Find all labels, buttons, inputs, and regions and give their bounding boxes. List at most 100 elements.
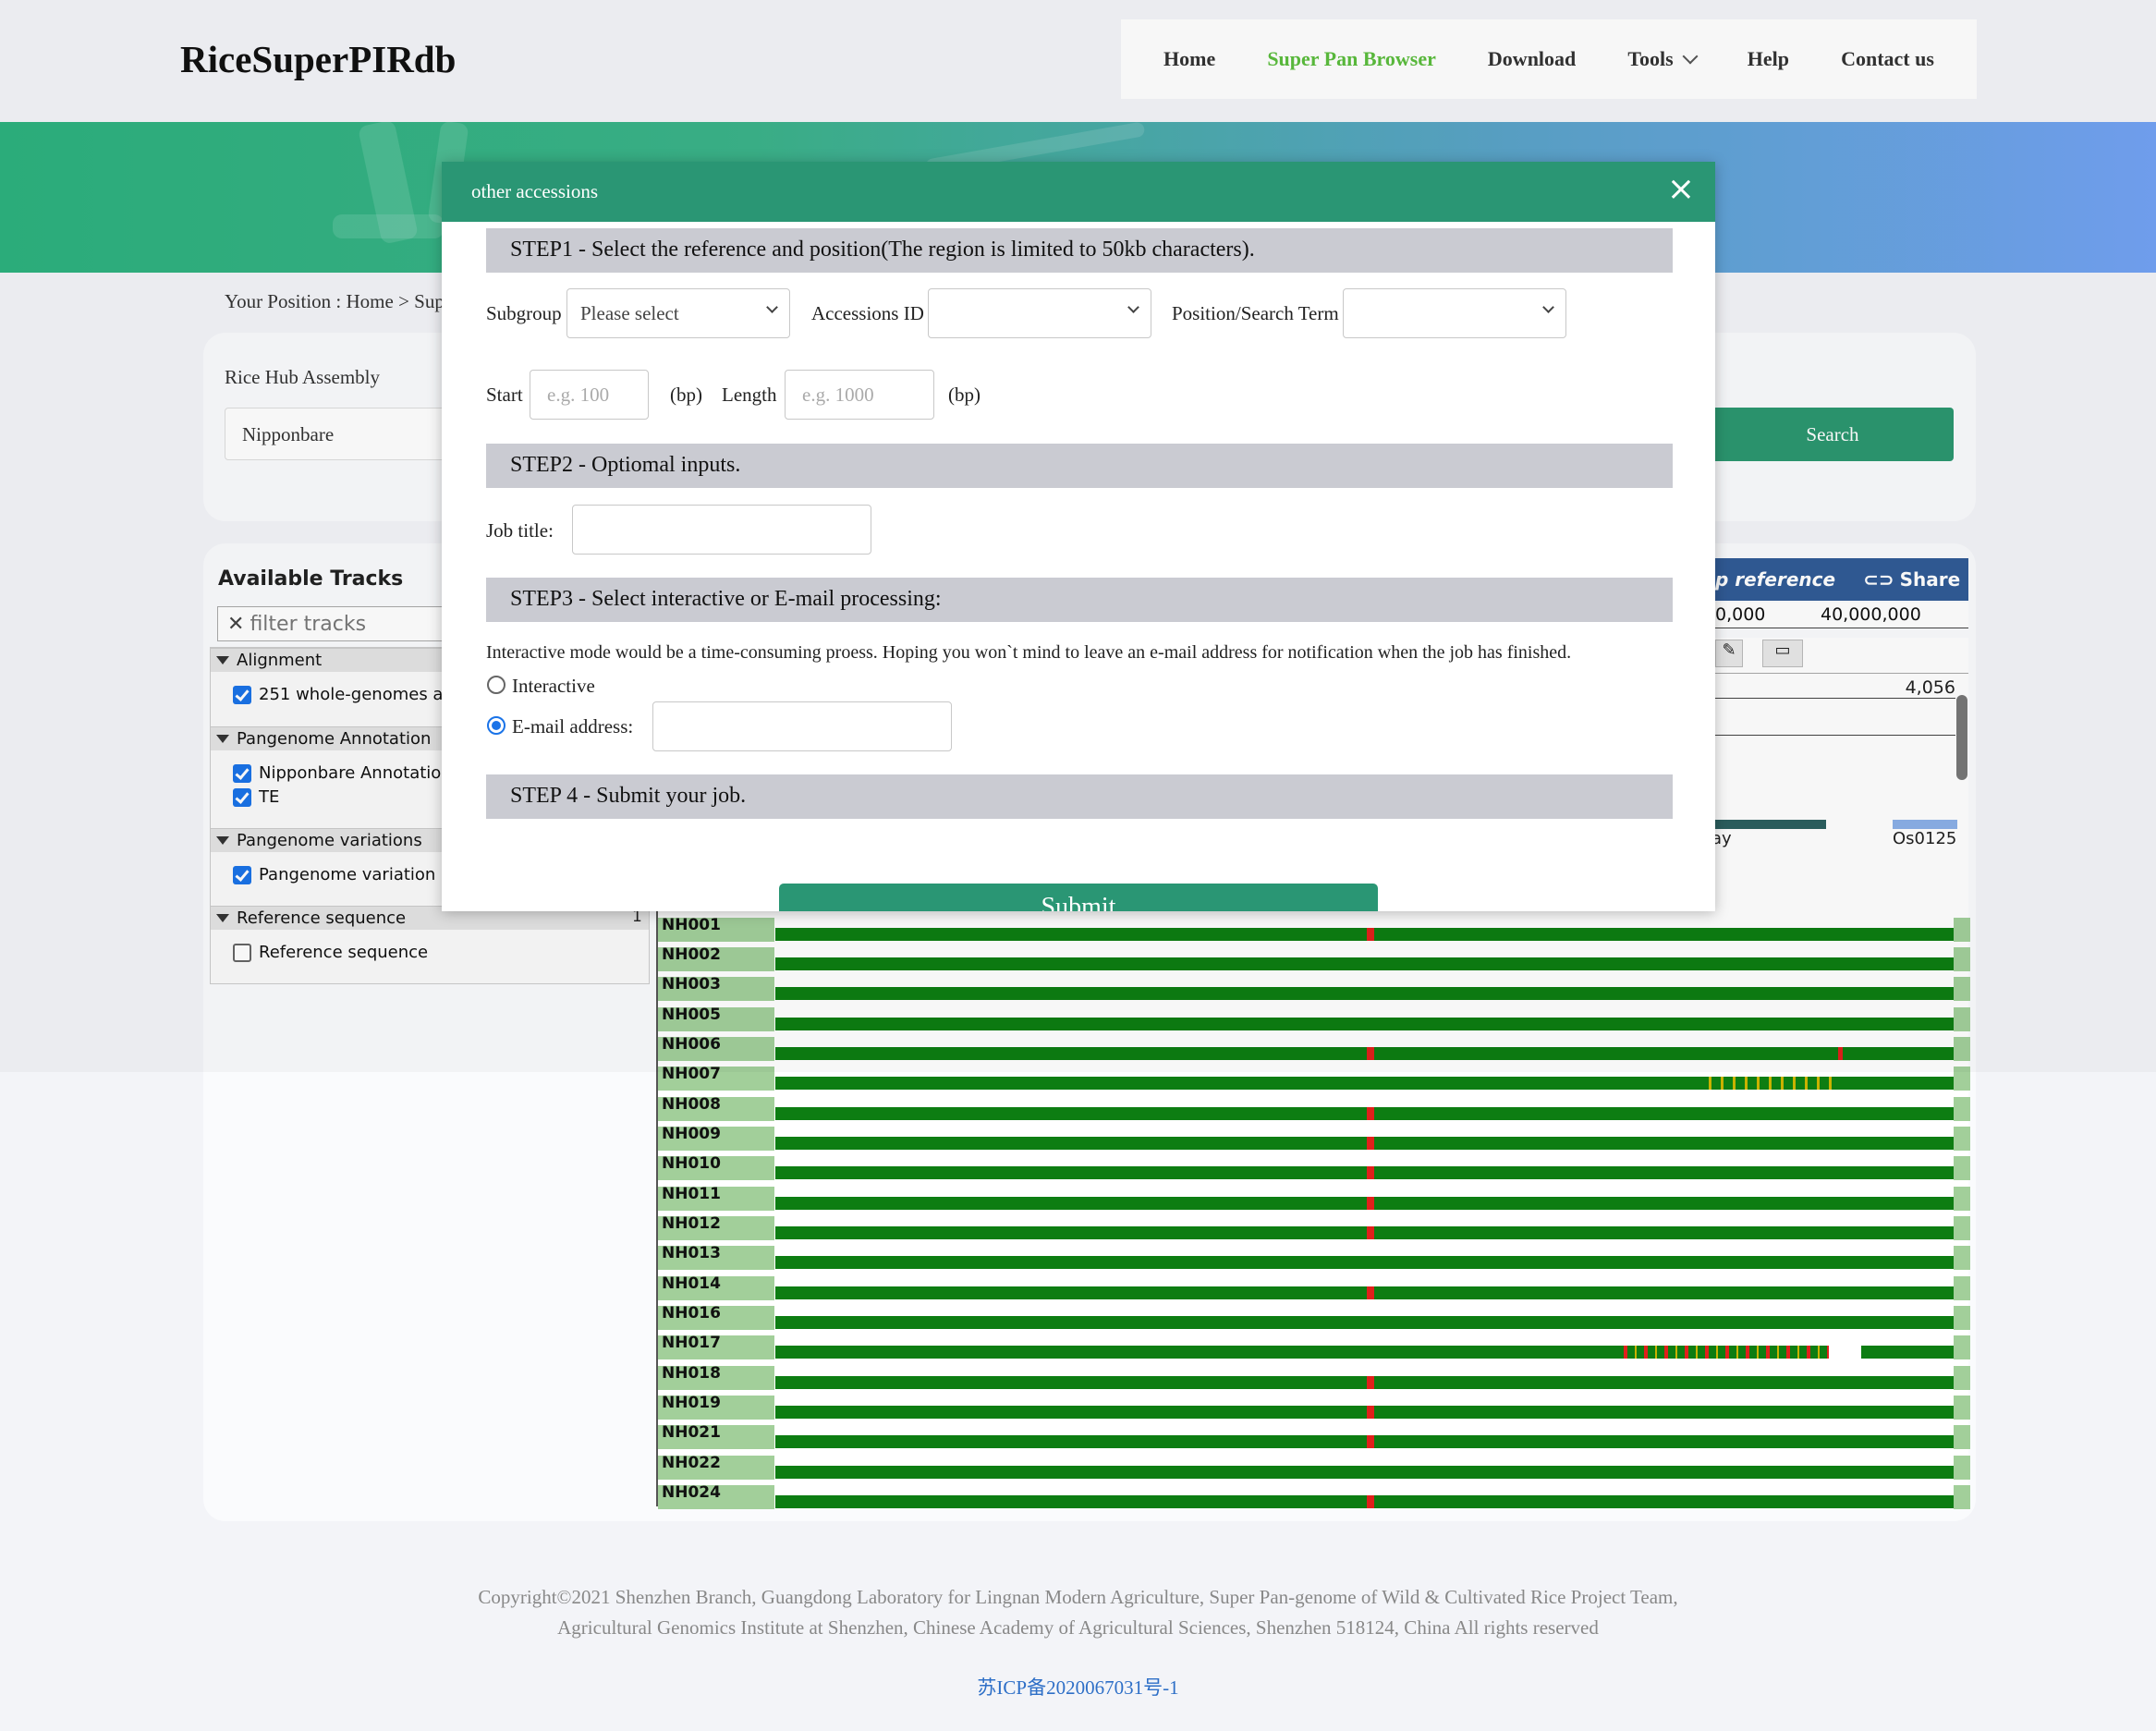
row-end (1954, 1246, 1970, 1270)
indel-mark (1367, 1376, 1374, 1389)
interactive-radio[interactable] (487, 676, 506, 694)
step3-header: STEP3 - Select interactive or E-mail pro… (486, 578, 1673, 622)
bp-unit: (bp) (670, 384, 702, 406)
accession-label[interactable]: NH018 (658, 1366, 774, 1390)
accession-label[interactable]: NH009 (658, 1127, 774, 1151)
accession-label[interactable]: NH022 (658, 1456, 774, 1480)
indel-mark (1367, 1166, 1374, 1179)
snp-mark (1699, 1077, 1838, 1090)
email-label: E-mail address: (512, 715, 634, 738)
row-end (1954, 1097, 1970, 1121)
alignment-row: NH009 (658, 1127, 1970, 1151)
alignment-bar (775, 1256, 1954, 1269)
alignment-bar (775, 1316, 1954, 1329)
start-input[interactable]: e.g. 100 (530, 370, 649, 420)
row-end (1954, 1187, 1970, 1211)
indel-mark (1367, 1226, 1374, 1239)
subgroup-select[interactable]: Please select (566, 288, 790, 338)
accession-label[interactable]: NH021 (658, 1425, 774, 1449)
alignment-bar (775, 1226, 1954, 1239)
email-radio[interactable] (487, 716, 506, 735)
alignment-bar (775, 1166, 1954, 1179)
icp-link[interactable]: 苏ICP备2020067031号-1 (0, 1673, 2156, 1701)
indel-mark (1367, 1406, 1374, 1419)
indel-mark (1367, 1107, 1374, 1120)
row-end (1954, 1366, 1970, 1390)
footer: Copyright©2021 Shenzhen Branch, Guangdon… (0, 1582, 2156, 1643)
row-end (1954, 1216, 1970, 1240)
row-end (1954, 1306, 1970, 1330)
subgroup-select-value: Please select (580, 302, 679, 324)
alignment-row: NH010 (658, 1156, 1970, 1180)
interactive-note: Interactive mode would be a time-consumi… (486, 642, 1572, 663)
accession-label[interactable]: NH017 (658, 1335, 774, 1359)
alignment-row: NH016 (658, 1306, 1970, 1330)
position-search-select[interactable] (1343, 288, 1566, 338)
accession-label[interactable]: NH012 (658, 1216, 774, 1240)
step4-header: STEP 4 - Submit your job. (486, 774, 1673, 819)
step1-header: STEP1 - Select the reference and positio… (486, 228, 1673, 273)
chevron-down-icon (1542, 301, 1554, 313)
accession-label[interactable]: NH024 (658, 1485, 774, 1509)
submit-button[interactable]: Submit (779, 884, 1378, 911)
accession-label[interactable]: NH011 (658, 1187, 774, 1211)
close-icon[interactable]: × (1667, 173, 1695, 206)
alignment-bar (775, 1376, 1954, 1389)
alignment-bar (775, 1406, 1954, 1419)
indel-mark (1616, 1346, 1829, 1359)
alignment-row: NH012 (658, 1216, 1970, 1240)
alignment-bar (775, 1346, 1954, 1359)
alignment-row: NH008 (658, 1097, 1970, 1121)
chevron-down-icon (766, 301, 778, 313)
row-end (1954, 1456, 1970, 1480)
alignment-row: NH011 (658, 1187, 1970, 1211)
accessions-id-select[interactable] (928, 288, 1151, 338)
alignment-row: NH022 (658, 1456, 1970, 1480)
alignment-row: NH017 (658, 1335, 1970, 1359)
alignment-row: NH013 (658, 1246, 1970, 1270)
alignment-bar (775, 1107, 1954, 1120)
alignment-row: NH024 (658, 1485, 1970, 1509)
alignment-row: NH021 (658, 1425, 1970, 1449)
alignment-row: NH019 (658, 1396, 1970, 1420)
accession-label[interactable]: NH008 (658, 1097, 774, 1121)
accession-label[interactable]: NH016 (658, 1306, 774, 1330)
accession-label[interactable]: NH013 (658, 1246, 774, 1270)
copyright-line: Agricultural Genomics Institute at Shenz… (557, 1616, 1599, 1639)
alignment-row: NH014 (658, 1276, 1970, 1300)
job-title-label: Job title: (486, 519, 554, 542)
start-label: Start (486, 384, 523, 406)
alignment-bar (775, 1495, 1954, 1508)
row-end (1954, 1396, 1970, 1420)
indel-mark (1367, 1197, 1374, 1210)
alignment-bar (775, 1197, 1954, 1210)
gap-mark (1829, 1346, 1861, 1359)
job-title-input[interactable] (572, 505, 871, 555)
row-end (1954, 1335, 1970, 1359)
row-end (1954, 1127, 1970, 1151)
alignment-bar (775, 1435, 1954, 1448)
row-end (1954, 1276, 1970, 1300)
alignment-bar (775, 1286, 1954, 1299)
row-end (1954, 1425, 1970, 1449)
accession-label[interactable]: NH010 (658, 1156, 774, 1180)
dialog-title: other accessions (471, 180, 599, 202)
chevron-down-icon (1127, 301, 1139, 313)
alignment-row: NH018 (658, 1366, 1970, 1390)
position-label: Position/Search Term (1172, 302, 1339, 324)
indel-mark (1367, 1137, 1374, 1150)
alignment-bar (775, 1466, 1954, 1479)
accession-label[interactable]: NH019 (658, 1396, 774, 1420)
indel-mark (1367, 1286, 1374, 1299)
alignment-bar (775, 1137, 1954, 1150)
subgroup-label: Subgroup (486, 302, 562, 324)
length-label: Length (722, 384, 777, 406)
bp-unit: (bp) (948, 384, 981, 406)
length-input[interactable]: e.g. 1000 (785, 370, 934, 420)
email-input[interactable] (652, 701, 952, 751)
dialog-header: other accessions × (442, 162, 1715, 222)
row-end (1954, 1485, 1970, 1509)
accession-label[interactable]: NH014 (658, 1276, 774, 1300)
other-accessions-dialog: other accessions × STEP1 - Select the re… (442, 162, 1715, 911)
copyright-line: Copyright©2021 Shenzhen Branch, Guangdon… (478, 1586, 1678, 1608)
